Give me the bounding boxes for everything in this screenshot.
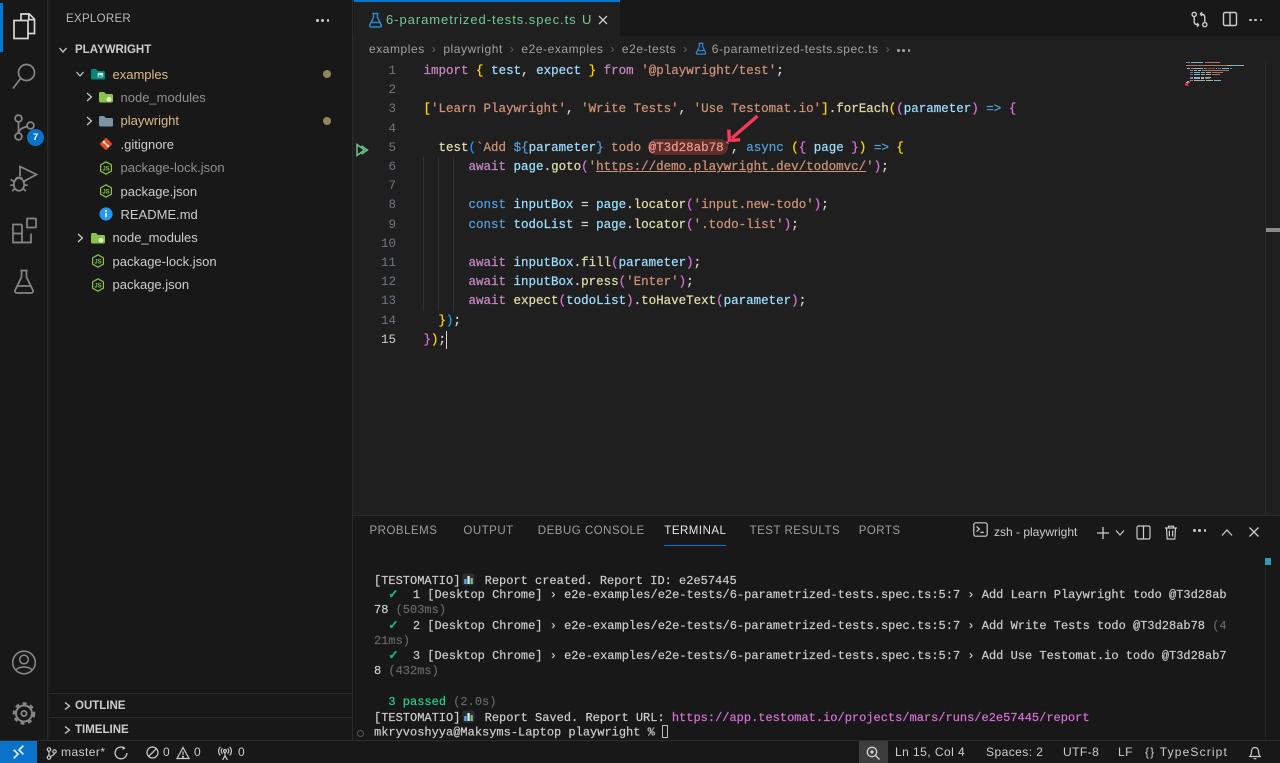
svg-text:JS: JS — [102, 189, 109, 195]
svg-text:JS: JS — [94, 283, 101, 289]
svg-text:JS: JS — [102, 166, 109, 172]
svg-text:JS: JS — [94, 259, 101, 265]
